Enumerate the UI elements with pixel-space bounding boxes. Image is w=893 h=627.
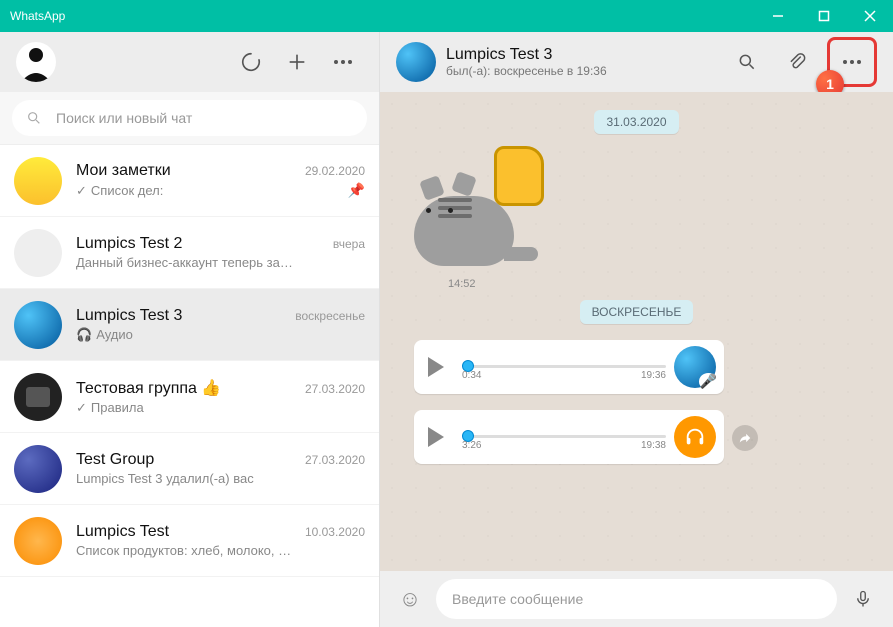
chat-time: 10.03.2020 <box>305 525 365 539</box>
chat-avatar <box>14 445 62 493</box>
sidebar-search[interactable] <box>12 100 367 136</box>
chat-search-button[interactable] <box>727 42 767 82</box>
sidebar-header <box>0 32 379 92</box>
profile-avatar[interactable] <box>16 42 56 82</box>
status-icon[interactable] <box>231 42 271 82</box>
voice-record-button[interactable] <box>847 579 879 619</box>
headphones-icon: 🎧 <box>76 327 92 343</box>
chat-avatar <box>14 157 62 205</box>
new-chat-icon[interactable] <box>277 42 317 82</box>
window-close-button[interactable] <box>847 0 893 32</box>
chat-name: Мои заметки <box>76 162 299 180</box>
attach-button[interactable] <box>777 42 817 82</box>
chat-time: вчера <box>333 237 365 251</box>
window-titlebar: WhatsApp <box>0 0 893 32</box>
chat-avatar <box>14 301 62 349</box>
message-input-box[interactable] <box>436 579 837 619</box>
conversation-pane: Lumpics Test 3 был(-а): воскресенье в 19… <box>380 32 893 627</box>
chat-item-lumpics[interactable]: Lumpics Test 10.03.2020 Список продуктов:… <box>0 505 379 577</box>
chat-item-testgroup-ru[interactable]: Тестовая группа 👍 27.03.2020 ✓ Правила <box>0 361 379 433</box>
message-time: 14:52 <box>448 278 869 290</box>
window-maximize-button[interactable] <box>801 0 847 32</box>
chat-item-lumpics2[interactable]: Lumpics Test 2 вчера Данный бизнес-аккаун… <box>0 217 379 289</box>
sidebar-menu-icon[interactable] <box>323 42 363 82</box>
voice-duration: 3:26 <box>462 440 481 451</box>
app-title: WhatsApp <box>10 9 65 23</box>
search-input[interactable] <box>56 110 353 126</box>
voice-message[interactable]: 3:26 19:38 <box>414 410 724 464</box>
pin-icon: 📌 <box>348 182 365 199</box>
voice-time: 19:38 <box>641 440 666 451</box>
chat-title: Lumpics Test 3 <box>446 46 607 64</box>
chat-avatar <box>14 517 62 565</box>
date-separator: 31.03.2020 <box>594 110 678 134</box>
voice-duration: 0:34 <box>462 370 481 381</box>
sticker-message[interactable] <box>414 146 554 276</box>
chat-time: 27.03.2020 <box>305 453 365 467</box>
chat-preview: Данный бизнес-аккаунт теперь за… <box>76 255 293 270</box>
microphone-icon: 🎤 <box>699 373 718 390</box>
chat-list: Мои заметки 29.02.2020 ✓ Список дел: 📌 Lum… <box>0 145 379 627</box>
chat-name: Test Group <box>76 451 299 469</box>
check-icon: ✓ <box>76 183 87 199</box>
chat-preview: Аудио <box>96 327 133 342</box>
check-icon: ✓ <box>76 400 87 416</box>
chat-header-avatar[interactable] <box>396 42 436 82</box>
date-separator: ВОСКРЕСЕНЬЕ <box>580 300 694 324</box>
chat-name: Lumpics Test <box>76 523 299 541</box>
voice-sender-avatar: 🎤 <box>674 346 716 388</box>
voice-track[interactable]: 3:26 19:38 <box>452 425 666 449</box>
chat-time: 27.03.2020 <box>305 382 365 396</box>
voice-track[interactable]: 0:34 19:36 <box>452 355 666 379</box>
voice-time: 19:36 <box>641 370 666 381</box>
chat-avatar <box>14 229 62 277</box>
play-icon[interactable] <box>428 427 444 447</box>
chat-item-testgroup[interactable]: Test Group 27.03.2020 Lumpics Test 3 удал… <box>0 433 379 505</box>
chat-header-titles[interactable]: Lumpics Test 3 был(-а): воскресенье в 19… <box>446 46 607 78</box>
chat-avatar <box>14 373 62 421</box>
chat-preview: Список продуктов: хлеб, молоко, … <box>76 543 291 558</box>
headphones-icon <box>684 426 706 448</box>
voice-message[interactable]: 0:34 19:36 🎤 <box>414 340 724 394</box>
chat-name: Lumpics Test 2 <box>76 235 327 253</box>
chat-subtitle: был(-а): воскресенье в 19:36 <box>446 64 607 78</box>
voice-sender-avatar <box>674 416 716 458</box>
sidebar: Мои заметки 29.02.2020 ✓ Список дел: 📌 Lum… <box>0 32 380 627</box>
play-icon[interactable] <box>428 357 444 377</box>
chat-name: Тестовая группа 👍 <box>76 378 299 398</box>
emoji-button[interactable]: ☺ <box>394 579 426 619</box>
window-minimize-button[interactable] <box>755 0 801 32</box>
chat-menu-highlight: 1 <box>827 37 877 87</box>
chat-preview: Правила <box>91 400 144 415</box>
conversation-header: Lumpics Test 3 был(-а): воскресенье в 19… <box>380 32 893 92</box>
chat-preview: Lumpics Test 3 удалил(-а) вас <box>76 471 254 486</box>
chat-preview: Список дел: <box>91 183 163 198</box>
search-icon <box>26 110 42 126</box>
search-row <box>0 92 379 145</box>
chat-name: Lumpics Test 3 <box>76 307 289 325</box>
messages-area[interactable]: 31.03.2020 14:52 ВОСКРЕСЕНЬЕ 0:34 19:36 <box>380 92 893 571</box>
compose-bar: ☺ <box>380 571 893 627</box>
chat-time: 29.02.2020 <box>305 164 365 178</box>
chat-time: воскресенье <box>295 309 365 323</box>
chat-item-notes[interactable]: Мои заметки 29.02.2020 ✓ Список дел: 📌 <box>0 145 379 217</box>
forward-button[interactable] <box>732 425 758 451</box>
message-input[interactable] <box>452 591 821 607</box>
chat-item-lumpics3[interactable]: Lumpics Test 3 воскресенье 🎧 Аудио <box>0 289 379 361</box>
